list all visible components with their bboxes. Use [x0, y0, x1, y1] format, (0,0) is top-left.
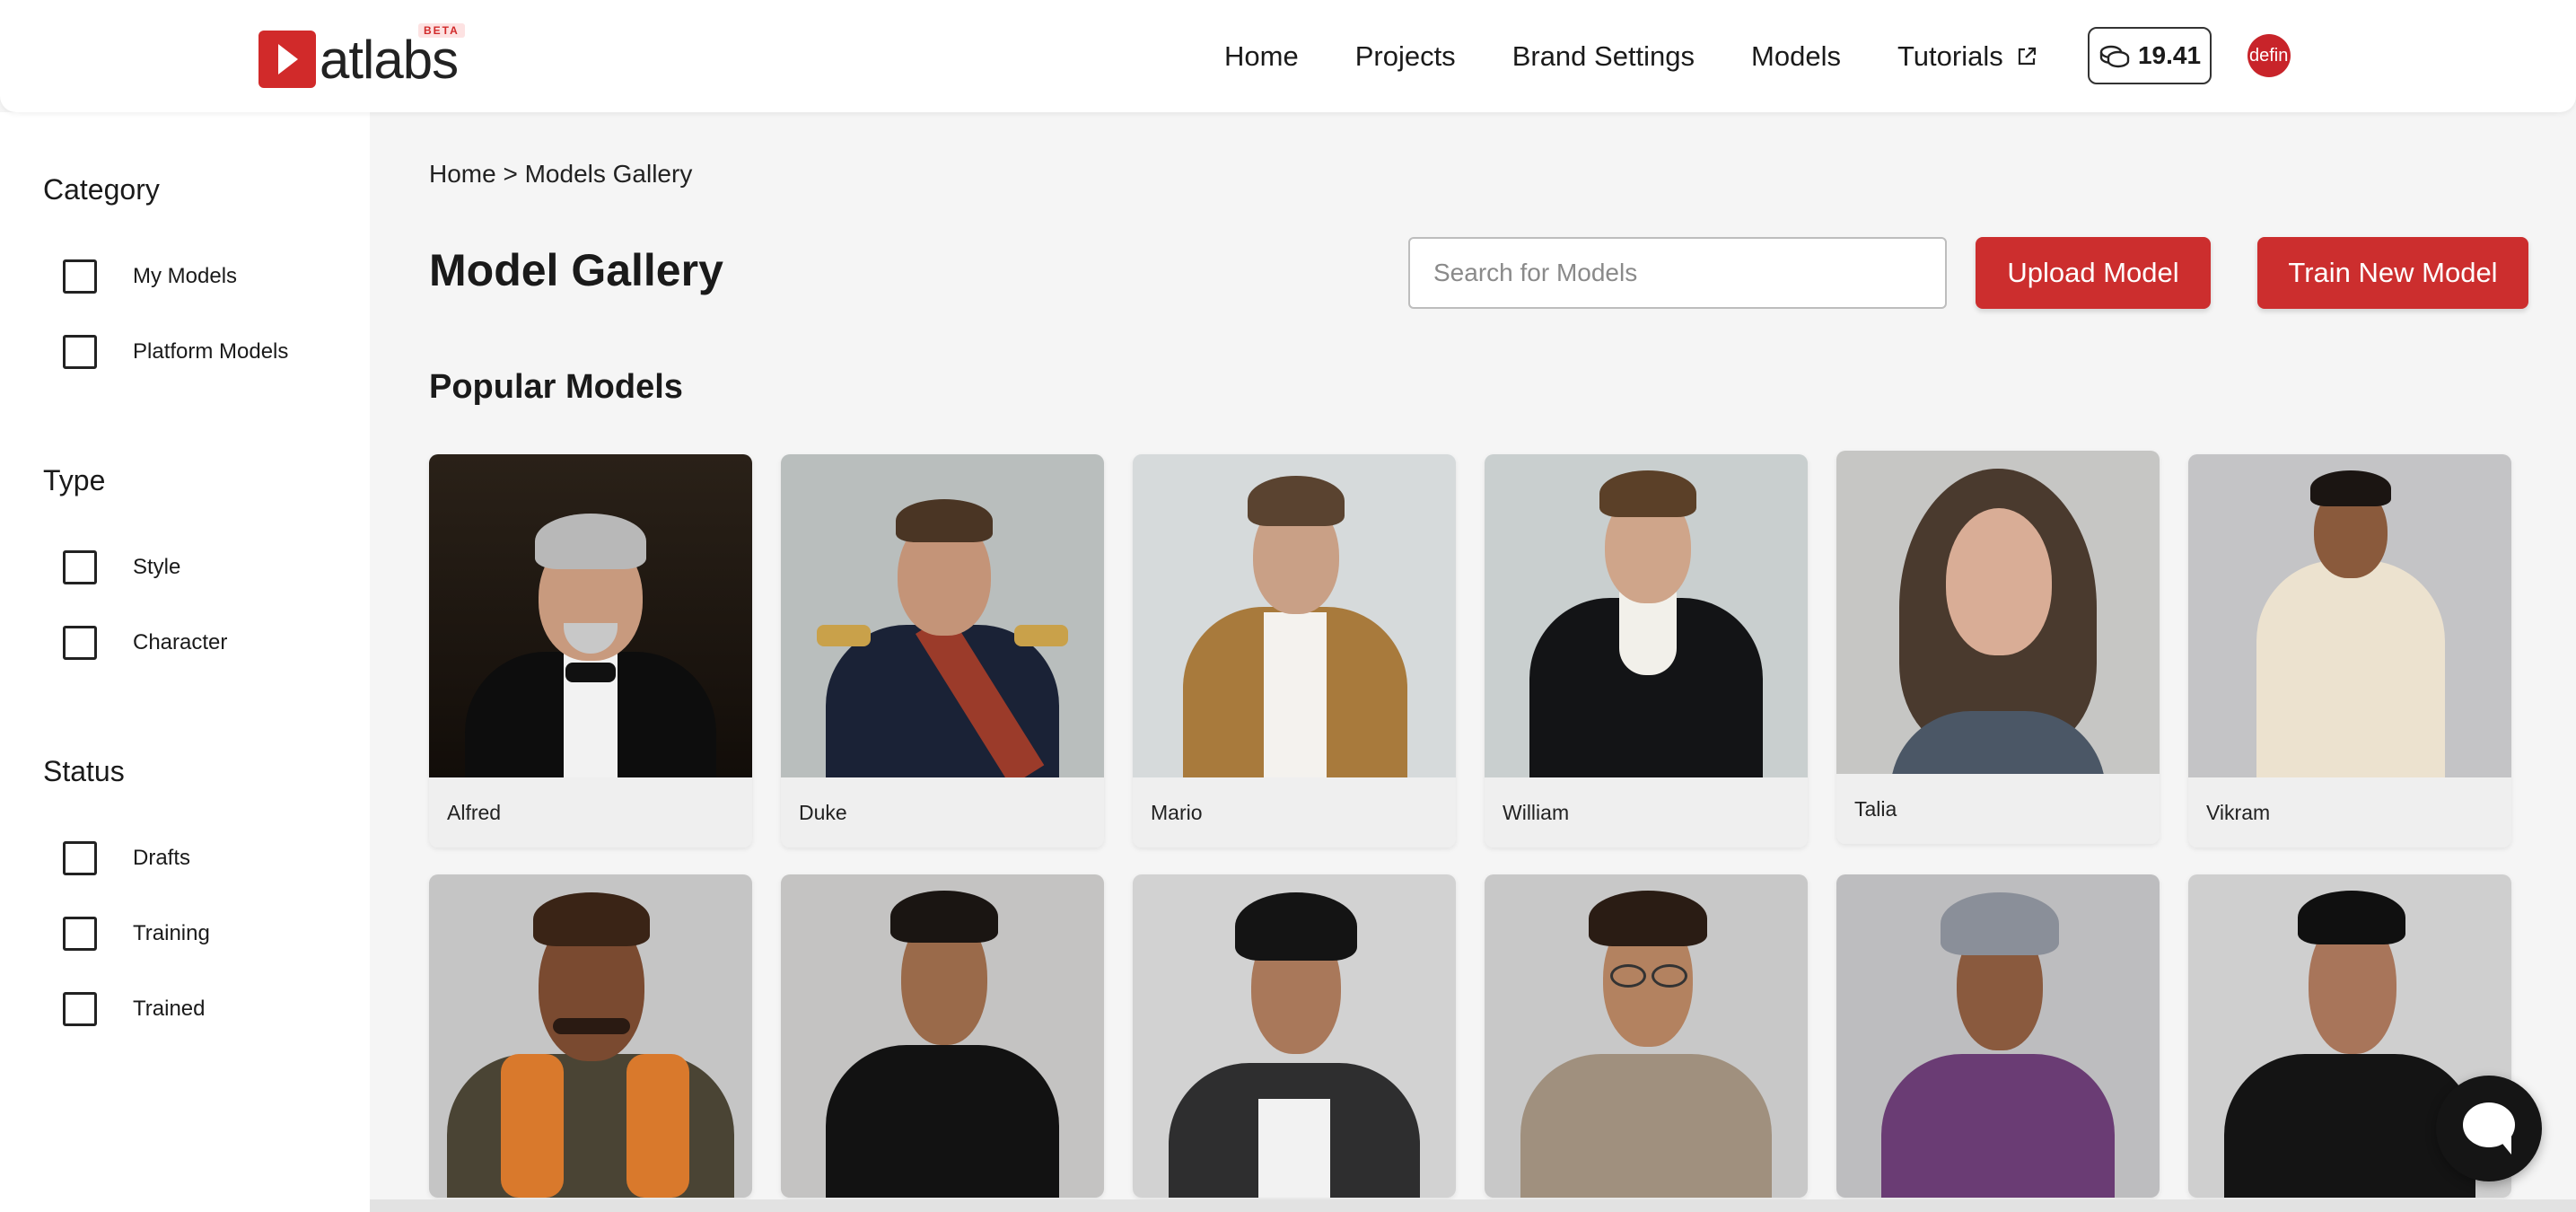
top-header: atlabs BETA Home Projects Brand Settings… [0, 0, 2576, 112]
model-photo [1485, 454, 1808, 777]
logo-mark-icon [258, 31, 316, 88]
filter-platform-models[interactable]: Platform Models [63, 335, 288, 369]
popular-models-title: Popular Models [429, 368, 683, 406]
filter-label: Style [133, 555, 181, 579]
checkbox[interactable] [63, 841, 97, 875]
logo-text: atlabs [320, 30, 459, 90]
checkbox[interactable] [63, 917, 97, 951]
filter-label: Training [133, 921, 210, 945]
external-link-icon [2018, 47, 2036, 66]
model-name: Alfred [429, 777, 752, 848]
model-photo [1133, 454, 1456, 777]
model-photo [781, 454, 1104, 777]
model-card-duke[interactable]: Duke [781, 454, 1104, 848]
checkbox[interactable] [63, 550, 97, 584]
category-title: Category [43, 173, 160, 206]
model-photo [1485, 874, 1808, 1198]
model-name: Talia [1836, 774, 2160, 844]
upload-model-button[interactable]: Upload Model [1976, 237, 2211, 309]
checkbox[interactable] [63, 259, 97, 294]
filter-character[interactable]: Character [63, 626, 227, 660]
page-title: Model Gallery [429, 245, 723, 295]
model-photo [2188, 454, 2511, 777]
filter-training[interactable]: Training [63, 917, 210, 951]
model-card[interactable] [1133, 874, 1456, 1198]
filter-label: Character [133, 630, 228, 654]
user-avatar[interactable]: defin [2247, 34, 2291, 77]
checkbox[interactable] [63, 335, 97, 369]
nav-tutorials-label: Tutorials [1897, 40, 2003, 72]
model-name: Vikram [2188, 777, 2511, 848]
model-name: Duke [781, 777, 1104, 848]
main-nav: Home Projects Brand Settings Models Tuto… [1224, 34, 2059, 79]
coins-icon [2099, 45, 2130, 68]
datlabs-logo[interactable]: atlabs BETA [258, 23, 465, 90]
filter-drafts[interactable]: Drafts [63, 841, 190, 875]
model-card[interactable] [781, 874, 1104, 1198]
model-name: Mario [1133, 777, 1456, 848]
credits-value: 19.41 [2137, 41, 2202, 69]
model-photo [781, 874, 1104, 1198]
filter-label: My Models [133, 264, 238, 288]
model-card-alfred[interactable]: Alfred [429, 454, 752, 848]
status-title: Status [43, 755, 125, 787]
model-card-mario[interactable]: Mario [1133, 454, 1456, 848]
nav-tutorials[interactable]: Tutorials [1897, 40, 2037, 73]
model-photo [1836, 451, 2160, 774]
filter-style[interactable]: Style [63, 550, 180, 584]
nav-brand-settings[interactable]: Brand Settings [1512, 40, 1695, 73]
search-input[interactable] [1408, 237, 1947, 309]
beta-badge: BETA [418, 23, 465, 38]
type-title: Type [43, 464, 106, 496]
filter-my-models[interactable]: My Models [63, 259, 237, 294]
filter-label: Trained [133, 997, 206, 1021]
model-card[interactable] [1836, 874, 2160, 1198]
breadcrumb[interactable]: Home > Models Gallery [429, 160, 692, 189]
model-card-william[interactable]: William [1485, 454, 1808, 848]
filter-label: Drafts [133, 846, 191, 870]
filter-label: Platform Models [133, 339, 289, 364]
model-photo [1836, 874, 2160, 1198]
model-name: William [1485, 777, 1808, 848]
model-card-talia[interactable]: Talia [1836, 451, 2160, 844]
train-new-model-button[interactable]: Train New Model [2257, 237, 2528, 309]
model-photo [1133, 874, 1456, 1198]
checkbox[interactable] [63, 626, 97, 660]
model-card[interactable] [1485, 874, 1808, 1198]
model-card[interactable] [429, 874, 752, 1198]
filter-trained[interactable]: Trained [63, 992, 205, 1026]
horizontal-scrollbar[interactable] [370, 1199, 2576, 1212]
checkbox[interactable] [63, 992, 97, 1026]
chat-icon[interactable] [2436, 1076, 2542, 1181]
credits-button[interactable]: 19.41 [2088, 27, 2212, 84]
model-card-vikram[interactable]: Vikram [2188, 454, 2511, 848]
nav-home[interactable]: Home [1224, 40, 1299, 73]
filter-sidebar: Category My Models Platform Models Type … [0, 112, 370, 1212]
model-photo [429, 454, 752, 777]
nav-models[interactable]: Models [1751, 40, 1841, 73]
model-photo [429, 874, 752, 1198]
nav-projects[interactable]: Projects [1355, 40, 1456, 73]
